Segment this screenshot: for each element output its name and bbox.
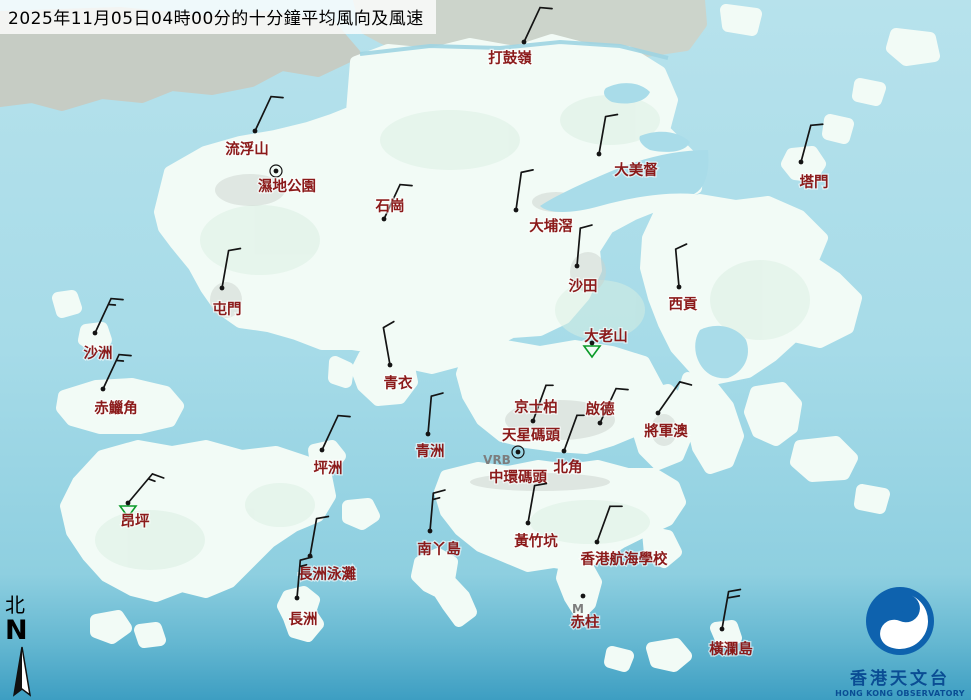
station-label: 打鼓嶺 bbox=[488, 49, 532, 67]
station-label: 青洲 bbox=[416, 442, 445, 460]
station-label: 坪洲 bbox=[314, 460, 343, 477]
station-label: 大美督 bbox=[614, 161, 658, 179]
station-dot bbox=[516, 450, 521, 455]
wind-status-tag: VRB bbox=[483, 453, 511, 467]
compass-north-label-en: N bbox=[5, 617, 37, 645]
north-arrow-icon bbox=[7, 645, 37, 699]
station-central-pier: 中環碼頭 bbox=[489, 468, 547, 486]
station-label: 香港航海學校 bbox=[581, 550, 668, 568]
hko-name-english: HONG KONG OBSERVATORY bbox=[829, 689, 971, 698]
station-label: 昂坪 bbox=[121, 513, 150, 530]
station-label: 西貢 bbox=[669, 296, 698, 313]
station-label: 天星碼頭 bbox=[502, 427, 560, 444]
station-label: 南丫島 bbox=[417, 540, 461, 558]
station-label: 濕地公園 bbox=[258, 177, 316, 195]
station-label: 啟德 bbox=[586, 400, 615, 418]
station-label: 將軍澳 bbox=[644, 422, 688, 440]
station-dot bbox=[274, 169, 279, 174]
station-label: 赤柱 bbox=[571, 613, 600, 631]
station-label: 青衣 bbox=[384, 374, 413, 392]
station-label: 長洲 bbox=[289, 611, 318, 628]
map-title: 2025年11月05日04時00分的十分鐘平均風向及風速 bbox=[0, 0, 436, 34]
compass-north-label-cn: 北 bbox=[5, 593, 37, 617]
north-compass: 北 N bbox=[5, 593, 37, 699]
station-label: 京士柏 bbox=[514, 398, 558, 416]
hko-logo-icon bbox=[863, 584, 937, 658]
station-label: 赤鱲角 bbox=[94, 399, 138, 417]
map-canvas: 打鼓嶺流浮山濕地公園 大美督塔門石崗大埔滘沙田屯門 西貢沙洲 大老山青衣赤鱲角 京士柏 啟… bbox=[0, 0, 971, 700]
station-label: 石崗 bbox=[375, 197, 405, 215]
station-label: 橫瀾島 bbox=[709, 640, 753, 658]
station-label: 大埔滘 bbox=[529, 217, 573, 235]
hko-name-chinese: 香港天文台 bbox=[829, 664, 971, 689]
station-label: 大老山 bbox=[584, 327, 628, 345]
hko-logo: 香港天文台 HONG KONG OBSERVATORY bbox=[829, 584, 971, 698]
station-label: 流浮山 bbox=[225, 140, 269, 158]
station-label: 黃竹坑 bbox=[514, 532, 558, 550]
wind-map-page: 打鼓嶺流浮山濕地公園 大美督塔門石崗大埔滘沙田屯門 西貢沙洲 大老山青衣赤鱲角 京士柏 啟… bbox=[0, 0, 971, 700]
station-label: 屯門 bbox=[213, 300, 242, 318]
station-dot bbox=[581, 594, 586, 599]
station-label: 中環碼頭 bbox=[489, 468, 547, 486]
station-label: 沙田 bbox=[569, 278, 598, 295]
station-label: 長洲泳灘 bbox=[298, 565, 356, 583]
station-label: 北角 bbox=[554, 458, 583, 476]
wind-status-tag: M bbox=[572, 602, 584, 616]
station-label: 沙洲 bbox=[84, 345, 113, 362]
station-label: 塔門 bbox=[800, 173, 829, 191]
